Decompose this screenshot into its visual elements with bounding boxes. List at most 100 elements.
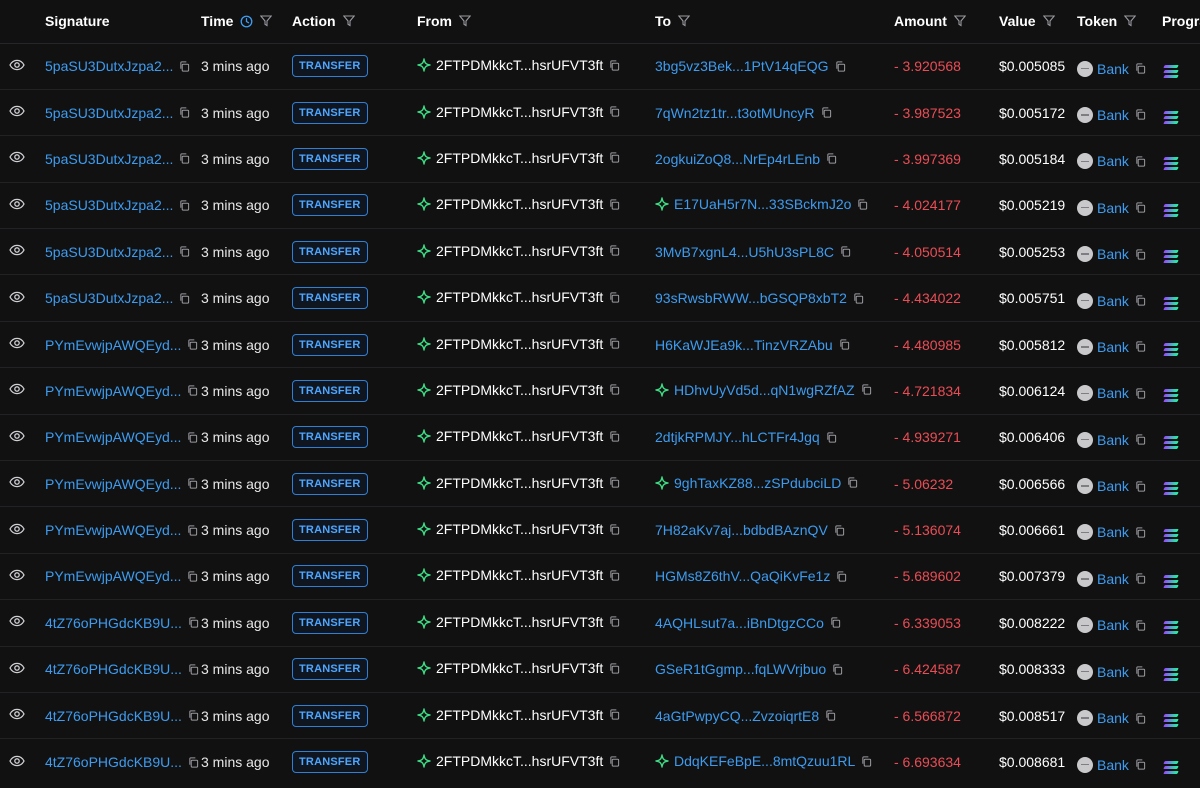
copy-icon[interactable] <box>830 617 841 628</box>
copy-icon[interactable] <box>861 756 872 767</box>
from-address-link[interactable]: 2FTPDMkkcT...hsrUFVT3ft <box>436 521 603 537</box>
copy-icon[interactable] <box>187 432 198 443</box>
signature-link[interactable]: 4tZ76oPHGdcKB9U... <box>45 661 182 677</box>
copy-icon[interactable] <box>857 199 868 210</box>
copy-icon[interactable] <box>839 339 850 350</box>
eye-icon[interactable] <box>9 242 25 258</box>
header-time[interactable]: Time <box>201 0 292 43</box>
copy-icon[interactable] <box>609 570 620 581</box>
to-address-link[interactable]: 2dtjkRPMJY...hLCTFr4Jgq <box>655 429 820 445</box>
copy-icon[interactable] <box>187 478 198 489</box>
to-address-link[interactable]: HGMs8Z6thV...QaQiKvFe1z <box>655 568 830 584</box>
copy-icon[interactable] <box>609 756 620 767</box>
copy-icon[interactable] <box>832 664 843 675</box>
solana-icon[interactable] <box>1163 667 1179 681</box>
signature-link[interactable]: 4tZ76oPHGdcKB9U... <box>45 754 182 770</box>
filter-icon[interactable] <box>1124 15 1137 27</box>
copy-icon[interactable] <box>609 199 620 210</box>
copy-icon[interactable] <box>1135 109 1146 121</box>
copy-icon[interactable] <box>1135 434 1146 445</box>
from-address-link[interactable]: 2FTPDMkkcT...hsrUFVT3ft <box>436 753 603 769</box>
solana-icon[interactable] <box>1163 760 1179 774</box>
to-address-link[interactable]: 2ogkuiZoQ8...NrEp4rLEnb <box>655 151 820 167</box>
token-link[interactable]: Bank <box>1097 246 1129 262</box>
copy-icon[interactable] <box>187 339 198 350</box>
copy-icon[interactable] <box>826 432 837 443</box>
copy-icon[interactable] <box>179 246 190 257</box>
from-address-link[interactable]: 2FTPDMkkcT...hsrUFVT3ft <box>436 57 603 73</box>
solana-icon[interactable] <box>1163 435 1179 449</box>
token-link[interactable]: Bank <box>1097 478 1129 494</box>
eye-icon[interactable] <box>9 521 25 537</box>
from-address-link[interactable]: 2FTPDMkkcT...hsrUFVT3ft <box>436 150 603 166</box>
signature-link[interactable]: 5paSU3DutxJzpa2... <box>45 105 173 121</box>
signature-link[interactable]: 5paSU3DutxJzpa2... <box>45 151 173 167</box>
copy-icon[interactable] <box>609 60 620 71</box>
action-badge[interactable]: TRANSFER <box>292 101 368 124</box>
token-link[interactable]: Bank <box>1097 571 1129 587</box>
eye-icon[interactable] <box>9 149 25 165</box>
from-address-link[interactable]: 2FTPDMkkcT...hsrUFVT3ft <box>436 382 603 398</box>
signature-link[interactable]: 5paSU3DutxJzpa2... <box>45 290 173 306</box>
action-badge[interactable]: TRANSFER <box>292 565 368 588</box>
copy-icon[interactable] <box>840 246 851 257</box>
action-badge[interactable]: TRANSFER <box>292 287 368 310</box>
copy-icon[interactable] <box>609 106 620 117</box>
copy-icon[interactable] <box>821 107 832 118</box>
copy-icon[interactable] <box>1135 249 1146 260</box>
solana-icon[interactable] <box>1163 528 1179 542</box>
copy-icon[interactable] <box>1135 388 1146 399</box>
copy-icon[interactable] <box>609 663 620 674</box>
header-action[interactable]: Action <box>292 0 417 43</box>
from-address-link[interactable]: 2FTPDMkkcT...hsrUFVT3ft <box>436 707 603 723</box>
filter-icon[interactable] <box>953 15 966 27</box>
action-badge[interactable]: TRANSFER <box>292 333 368 356</box>
token-link[interactable]: Bank <box>1097 710 1129 726</box>
solana-icon[interactable] <box>1163 343 1179 357</box>
to-address-link[interactable]: 3bg5vz3Bek...1PtV14qEQG <box>655 58 829 74</box>
action-badge[interactable]: TRANSFER <box>292 379 368 402</box>
signature-link[interactable]: PYmEvwjpAWQEyd... <box>45 568 181 584</box>
eye-icon[interactable] <box>9 196 25 212</box>
copy-icon[interactable] <box>188 710 199 721</box>
eye-icon[interactable] <box>9 613 25 629</box>
solana-icon[interactable] <box>1163 296 1179 310</box>
copy-icon[interactable] <box>609 338 620 349</box>
copy-icon[interactable] <box>179 107 190 118</box>
copy-icon[interactable] <box>179 293 190 304</box>
signature-link[interactable]: PYmEvwjpAWQEyd... <box>45 476 181 492</box>
copy-icon[interactable] <box>835 61 846 72</box>
copy-icon[interactable] <box>188 664 199 675</box>
from-address-link[interactable]: 2FTPDMkkcT...hsrUFVT3ft <box>436 104 603 120</box>
action-badge[interactable]: TRANSFER <box>292 751 368 774</box>
copy-icon[interactable] <box>179 200 190 211</box>
copy-icon[interactable] <box>1135 573 1146 584</box>
signature-link[interactable]: PYmEvwjpAWQEyd... <box>45 383 181 399</box>
solana-icon[interactable] <box>1163 714 1179 728</box>
header-token[interactable]: Token <box>1077 0 1162 43</box>
header-from[interactable]: From <box>417 0 655 43</box>
solana-icon[interactable] <box>1163 64 1179 78</box>
action-badge[interactable]: TRANSFER <box>292 704 368 727</box>
signature-link[interactable]: 5paSU3DutxJzpa2... <box>45 244 173 260</box>
eye-icon[interactable] <box>9 103 25 119</box>
copy-icon[interactable] <box>834 525 845 536</box>
action-badge[interactable]: TRANSFER <box>292 611 368 634</box>
action-badge[interactable]: TRANSFER <box>292 147 368 170</box>
copy-icon[interactable] <box>188 757 199 768</box>
copy-icon[interactable] <box>853 293 864 304</box>
to-address-link[interactable]: DdqKEFeBpE...8mtQzuu1RL <box>674 753 855 769</box>
copy-icon[interactable] <box>1135 63 1146 74</box>
filter-icon[interactable] <box>459 15 471 27</box>
eye-icon[interactable] <box>9 660 25 676</box>
from-address-link[interactable]: 2FTPDMkkcT...hsrUFVT3ft <box>436 428 603 444</box>
token-link[interactable]: Bank <box>1097 61 1129 77</box>
copy-icon[interactable] <box>179 153 190 165</box>
copy-icon[interactable] <box>1135 712 1146 724</box>
from-address-link[interactable]: 2FTPDMkkcT...hsrUFVT3ft <box>436 336 603 352</box>
copy-icon[interactable] <box>1135 620 1146 631</box>
token-link[interactable]: Bank <box>1097 107 1129 123</box>
to-address-link[interactable]: E17UaH5r7N...33SBckmJ2o <box>674 196 851 212</box>
copy-icon[interactable] <box>861 384 872 396</box>
copy-icon[interactable] <box>826 153 837 165</box>
